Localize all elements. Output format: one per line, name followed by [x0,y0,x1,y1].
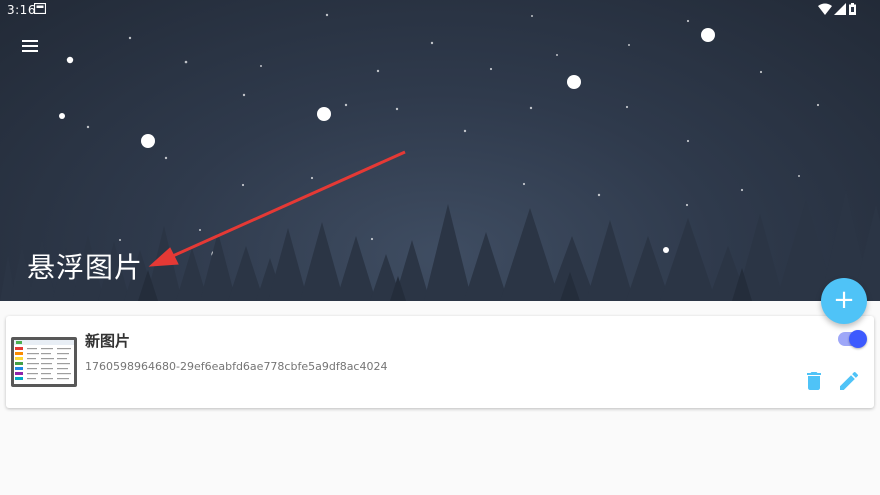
item-title: 新图片 [85,332,131,350]
notification-card-icon [34,3,46,14]
battery-icon [849,3,856,15]
pointer-arrow [148,150,406,267]
status-time: 3:16 [7,3,36,17]
item-id: 1760598964680-29ef6eabfd6ae778cbfe5a9df8… [85,360,388,373]
enable-toggle[interactable] [838,330,867,348]
delete-icon[interactable] [802,369,826,393]
add-image-button[interactable]: + [821,278,867,324]
page-title: 悬浮图片 [27,251,144,284]
wifi-icon [818,3,832,15]
header-banner: 3:16 悬浮图片 [0,0,880,301]
hamburger-menu-icon[interactable] [18,34,42,58]
toggle-knob [849,330,867,348]
thumbnail-preview [14,340,74,384]
list-item[interactable]: 新图片 1760598964680-29ef6eabfd6ae778cbfe5a… [6,316,874,408]
status-bar: 3:16 [0,0,880,20]
edit-icon[interactable] [837,369,861,393]
signal-icon [834,3,846,15]
image-thumbnail[interactable] [11,337,77,387]
